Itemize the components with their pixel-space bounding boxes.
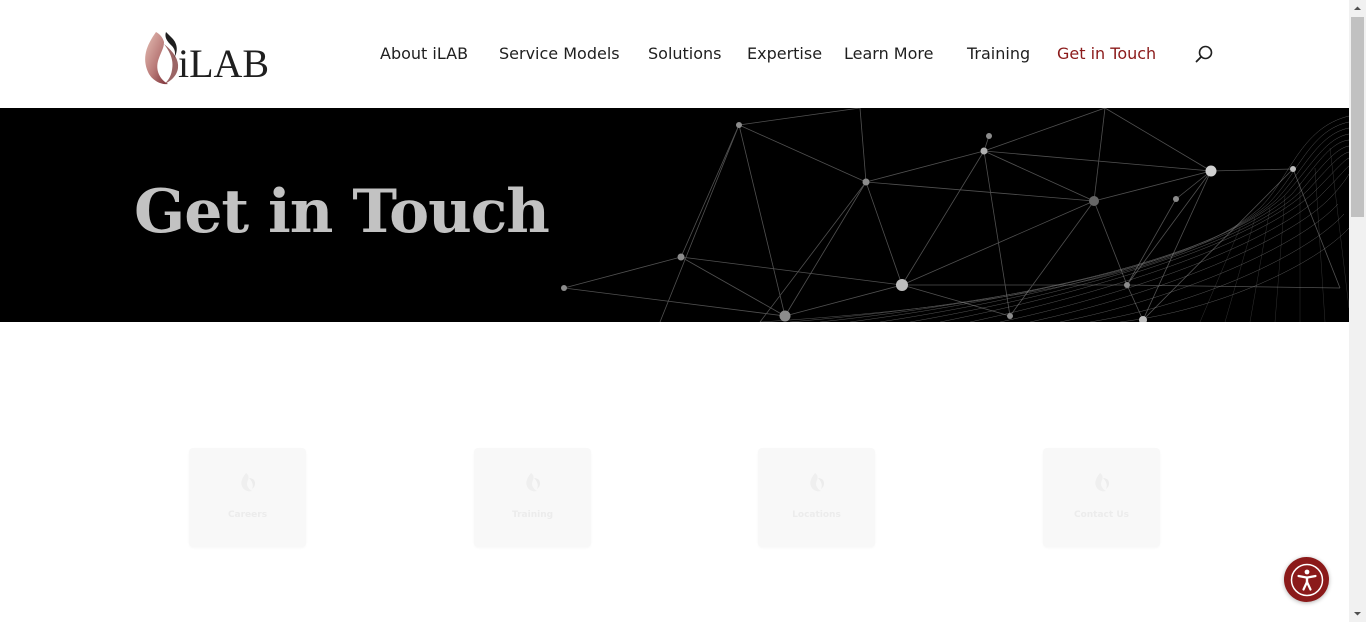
- hero-banner: Get in Touch: [0, 108, 1349, 322]
- site-header: iLAB About iLAB Service Models Solutions…: [0, 0, 1349, 108]
- nav-training[interactable]: Training: [967, 43, 1030, 65]
- card-careers[interactable]: Careers: [189, 448, 306, 547]
- flame-icon: [525, 473, 540, 492]
- card-label: Locations: [792, 510, 841, 520]
- flame-icon: [1094, 473, 1109, 492]
- card-training[interactable]: Training: [474, 448, 591, 547]
- flame-icon: [240, 473, 255, 492]
- nav-expertise[interactable]: Expertise: [747, 43, 822, 65]
- card-label: Contact Us: [1073, 510, 1129, 520]
- scroll-down-arrow-icon[interactable]: [1349, 605, 1366, 622]
- flame-logo-icon: [145, 32, 179, 85]
- brand-name: iLAB: [178, 41, 270, 86]
- nav-get-in-touch[interactable]: Get in Touch: [1057, 43, 1156, 65]
- flame-icon: [809, 473, 824, 492]
- nav-about-ilab[interactable]: About iLAB: [380, 43, 468, 65]
- page-scrollbar[interactable]: [1349, 0, 1366, 622]
- nav-solutions[interactable]: Solutions: [648, 43, 722, 65]
- card-locations[interactable]: Locations: [758, 448, 875, 547]
- card-label: Training: [511, 510, 554, 520]
- card-label: Careers: [227, 510, 268, 520]
- page-title: Get in Touch: [134, 177, 550, 247]
- nav-learn-more[interactable]: Learn More: [844, 43, 933, 65]
- card-contact-us[interactable]: Contact Us: [1043, 448, 1160, 547]
- scroll-thumb[interactable]: [1351, 17, 1364, 217]
- accessibility-icon: [1290, 563, 1323, 596]
- search-icon[interactable]: [1194, 44, 1214, 64]
- nav-service-models[interactable]: Service Models: [499, 43, 620, 65]
- accessibility-button[interactable]: [1284, 557, 1329, 602]
- scroll-up-arrow-icon[interactable]: [1349, 0, 1366, 17]
- ilab-logo[interactable]: iLAB: [142, 26, 282, 86]
